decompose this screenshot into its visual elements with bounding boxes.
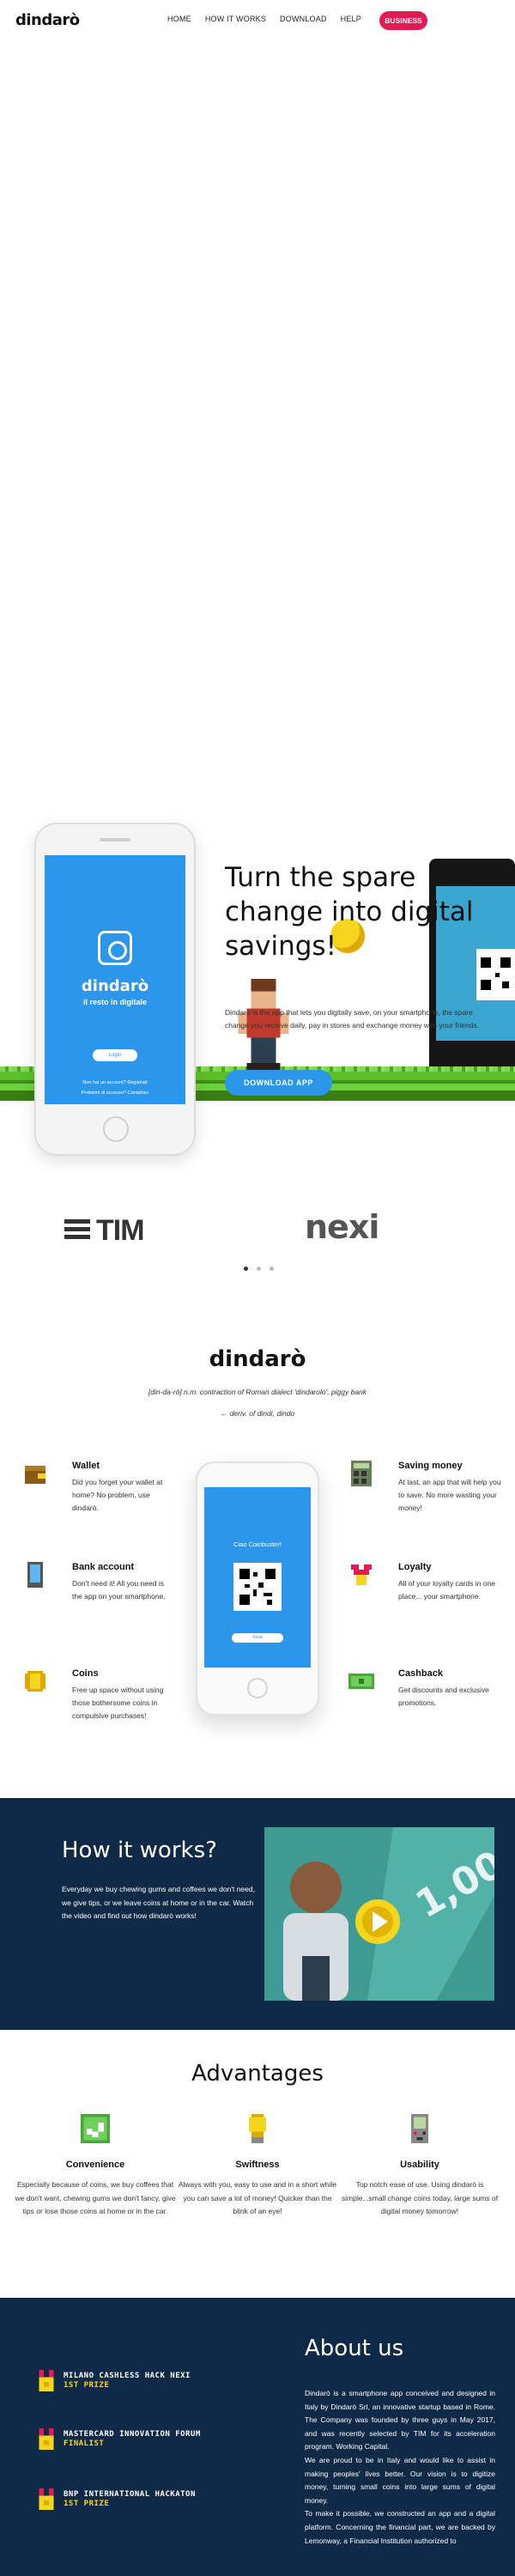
heart-coin-icon [351,1564,372,1585]
lightbulb-icon [248,2114,267,2143]
feature-text: Get discounts and exclusive promotions. [398,1686,489,1707]
advantage-text: Always with you, easy to use and in a sh… [178,2180,337,2215]
app-greeting: Ciao Coinbuster! [233,1540,282,1548]
about-paragraph: To make it possible, we constructed an a… [305,2509,495,2545]
how-it-works-text: Everyday we buy chewing gums and coffees… [62,1885,255,1920]
dindaro-definition: [din-da-rò] n.m. contraction of Roman di… [148,1388,367,1396]
nav-help[interactable]: HELP [341,15,361,23]
advantage-swiftness: Swiftness Always with you, easy to use a… [176,2114,339,2219]
dindaro-derivation: ← deriv. of dindi, dindo [220,1409,295,1418]
phone-register-text: Non hai un account? Registrati [82,1080,148,1085]
phone-home-button [247,1678,268,1698]
hero-description: Dindarò is the app that lets you digital… [225,1008,480,1030]
phone-tagline: il resto in digitale [82,998,147,1006]
top-nav: dindarò HOME HOW IT WORKS DOWNLOAD HELP … [0,0,515,39]
phone-forgot-text: Problemi di accesso? Contattaci [81,1091,149,1096]
about-text: Dindarò is a smartphone app conceived an… [305,2387,495,2548]
award-item: MASTERCARD INNOVATION FORUM FINALIST [36,2428,259,2452]
advantage-text: Top notch ease of use. Using dindarò is … [341,2180,499,2215]
advantage-title: Swiftness [235,2160,280,2170]
how-it-works-title: How it works? [62,1838,217,1863]
download-app-button[interactable]: DOWNLOAD APP [225,1070,332,1096]
nav-home[interactable]: HOME [167,15,191,23]
medal-icon [39,2370,54,2392]
tim-logo-icon [64,1219,90,1239]
feature-title: Loyalty [398,1562,432,1572]
feature-title: Coins [72,1668,99,1679]
medal-icon [39,2428,54,2451]
award-name: MASTERCARD INNOVATION FORUM [64,2430,201,2439]
feature-title: Saving money [398,1461,463,1471]
phone-login-button: Login [93,1049,137,1061]
partner-tim-logo[interactable]: TIM [96,1214,145,1248]
phone-brand: dindarò [81,977,149,995]
section-title-dindaro: dindarò [209,1346,306,1372]
about-title: About us [305,2336,404,2361]
safe-icon [98,931,132,965]
feature-text: Did you forget your wallet at home? No p… [72,1478,163,1512]
carousel-dot[interactable] [257,1267,261,1271]
advantage-usability: Usability Top notch ease of use. Using d… [338,2114,501,2219]
phone-screen: dindarò il resto in digitale Login Non h… [45,855,185,1104]
medal-icon [39,2488,54,2511]
award-name: MILANO CASHLESS HACK NEXI [64,2372,191,2380]
carousel-dot[interactable] [270,1267,274,1271]
qr-code-icon [238,1567,277,1607]
feature-text: Don't need it! All you need is the app o… [72,1579,166,1601]
award-prize: 1ST PRIZE [64,2500,110,2508]
phone-home-button [103,1116,129,1142]
carousel-dot[interactable] [244,1267,248,1271]
site-logo[interactable]: dindarò [15,11,80,29]
wallet-icon [25,1466,45,1484]
qr-code-card [233,1563,282,1611]
carousel-dots [244,1267,274,1271]
advantage-text: Especially because of coins, we buy coff… [15,2180,176,2215]
about-paragraph: We are proud to be in Italy and would li… [305,2455,495,2505]
phone-speaker [100,838,130,841]
advantage-title: Usability [400,2160,439,2170]
video-thumbnail [264,1827,494,2001]
advantages-title: Advantages [191,2061,324,2087]
feature-text: At last, an app that will help you to sa… [398,1478,501,1512]
nav-links: HOME HOW IT WORKS DOWNLOAD HELP [167,15,361,23]
app-send-button: Invia [232,1633,283,1643]
feature-title: Bank account [72,1562,135,1572]
award-item: BNP INTERNATIONAL HACKATON 1ST PRIZE [36,2488,259,2512]
cashback-icon [348,1674,374,1689]
smartphone-icon [27,1562,43,1588]
nav-how-it-works[interactable]: HOW IT WORKS [205,15,266,23]
advantage-title: Convenience [65,2160,125,2170]
hero-phone-mockup: dindarò il resto in digitale Login Non h… [34,823,196,1156]
app-phone-mockup: Ciao Coinbuster! Invia [196,1461,319,1716]
business-button[interactable]: BUSINESS [379,11,427,30]
hero-title: Turn the spare change into digital savin… [225,862,474,962]
nav-download[interactable]: DOWNLOAD [280,15,327,23]
award-prize: 1ST PRIZE [64,2381,110,2390]
app-screen: Ciao Coinbuster! Invia [204,1487,311,1668]
coin-icon [25,1671,45,1692]
award-prize: FINALIST [64,2439,105,2448]
feature-title: Cashback [398,1668,443,1679]
calculator-icon [351,1461,372,1486]
advantage-convenience: Convenience Especially because of coins,… [14,2114,177,2219]
award-name: BNP INTERNATIONAL HACKATON [64,2490,196,2499]
award-item: MILANO CASHLESS HACK NEXI 1ST PRIZE [36,2370,259,2394]
about-paragraph: Dindarò is a smartphone app conceived an… [305,2389,495,2451]
handheld-device-icon [410,2114,429,2143]
partner-nexi-logo[interactable]: nexi [305,1208,379,1246]
feature-text: All of your loyalty cards in one place..… [398,1579,495,1601]
feature-title: Wallet [72,1461,100,1471]
checkmark-icon [81,2114,110,2143]
video-player[interactable]: 1,000 [264,1827,494,2001]
feature-text: Free up space without using those bother… [72,1686,164,1720]
